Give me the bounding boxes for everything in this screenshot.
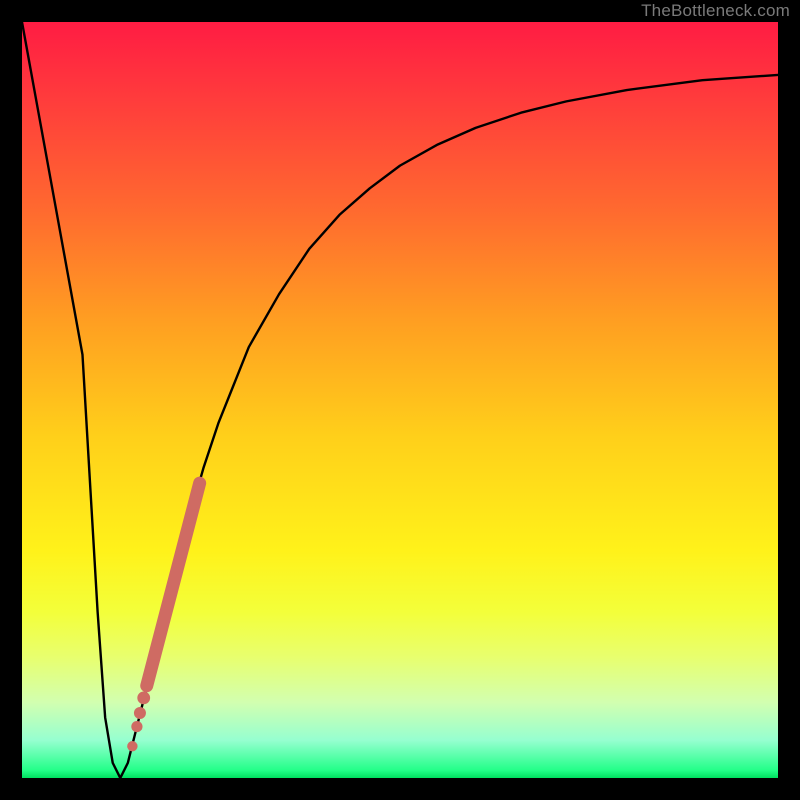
- watermark-text: TheBottleneck.com: [641, 0, 790, 22]
- chart-root: TheBottleneck.com: [0, 0, 800, 800]
- curve-layer: [22, 22, 778, 778]
- bottleneck-curve: [22, 22, 778, 778]
- highlight-dots: [127, 691, 150, 751]
- highlight-dot: [137, 691, 150, 704]
- highlight-band: [147, 483, 200, 686]
- highlight-dot: [134, 707, 146, 719]
- highlight-dot: [131, 721, 142, 732]
- plot-area: [22, 22, 778, 778]
- highlight-dot: [127, 741, 137, 751]
